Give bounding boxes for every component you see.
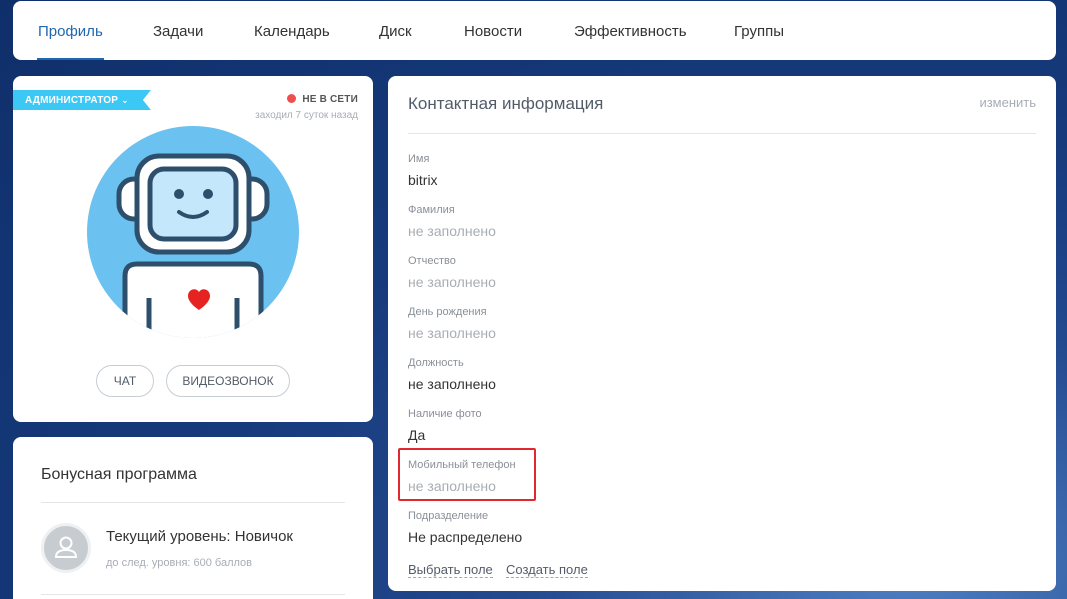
- field-label: Наличие фото: [408, 408, 482, 420]
- divider: [408, 133, 1036, 134]
- video-call-button[interactable]: ВИДЕОЗВОНОК: [166, 365, 290, 397]
- field-label: День рождения: [408, 306, 487, 318]
- profile-card: АДМИНИСТРАТОР ⌄ НЕ В СЕТИ заходил 7 суток…: [13, 76, 373, 422]
- field-label: Отчество: [408, 255, 456, 267]
- field-department: Подразделение Не распределено: [408, 509, 522, 546]
- select-field-link[interactable]: Выбрать поле: [408, 562, 493, 578]
- field-value: Да: [408, 427, 426, 443]
- role-badge[interactable]: АДМИНИСТРАТОР ⌄: [13, 90, 151, 110]
- field-birthday: День рождения не заполнено: [408, 305, 496, 342]
- next-level-points: до след. уровня: 600 баллов: [106, 557, 253, 569]
- chevron-down-icon: ⌄: [121, 95, 129, 105]
- field-label: Имя: [408, 153, 430, 165]
- divider: [41, 594, 345, 595]
- field-patronymic: Отчество не заполнено: [408, 254, 496, 291]
- role-label: АДМИНИСТРАТОР: [25, 95, 119, 106]
- user-level-avatar: [41, 523, 91, 573]
- field-value: не заполнено: [408, 274, 496, 290]
- top-navigation: Профиль Задачи Календарь Диск Новости Эф…: [13, 1, 1056, 60]
- tab-tasks[interactable]: Задачи: [153, 1, 203, 60]
- field-label: Должность: [408, 357, 464, 369]
- tab-disk[interactable]: Диск: [379, 1, 412, 60]
- tab-news[interactable]: Новости: [464, 1, 522, 60]
- online-status: НЕ В СЕТИ: [287, 94, 358, 105]
- field-value: не заполнено: [408, 325, 496, 341]
- field-label: Фамилия: [408, 204, 455, 216]
- current-level: Текущий уровень: Новичок: [106, 528, 293, 545]
- chat-button[interactable]: ЧАТ: [96, 365, 154, 397]
- robot-avatar-icon[interactable]: [87, 126, 299, 338]
- field-last-name: Фамилия не заполнено: [408, 203, 496, 240]
- contact-info-title: Контактная информация: [408, 94, 604, 113]
- tab-profile[interactable]: Профиль: [37, 1, 104, 60]
- tab-calendar[interactable]: Календарь: [254, 1, 330, 60]
- status-label: НЕ В СЕТИ: [302, 94, 358, 105]
- edit-link[interactable]: изменить: [979, 95, 1036, 110]
- divider: [41, 502, 345, 503]
- user-icon: [54, 536, 78, 558]
- field-photo: Наличие фото Да: [408, 407, 482, 444]
- field-value: не заполнено: [408, 376, 496, 392]
- contact-info-card: Контактная информация изменить Имя bitri…: [388, 76, 1056, 591]
- field-label: Мобильный телефон: [408, 459, 516, 471]
- create-field-link[interactable]: Создать поле: [506, 562, 588, 578]
- bonus-title: Бонусная программа: [41, 466, 197, 483]
- field-value: не заполнено: [408, 478, 496, 494]
- tab-efficiency[interactable]: Эффективность: [574, 1, 687, 60]
- field-value: не заполнено: [408, 223, 496, 239]
- field-label: Подразделение: [408, 510, 489, 522]
- field-first-name: Имя bitrix: [408, 152, 438, 189]
- bonus-card: Бонусная программа Текущий уровень: Нови…: [13, 437, 373, 599]
- field-value: Не распределено: [408, 529, 523, 545]
- field-mobile-phone: Мобильный телефон не заполнено: [408, 458, 516, 495]
- last-seen: заходил 7 суток назад: [255, 110, 358, 121]
- field-value: bitrix: [408, 172, 438, 188]
- tab-groups[interactable]: Группы: [734, 1, 784, 60]
- field-position: Должность не заполнено: [408, 356, 496, 393]
- offline-dot-icon: [287, 94, 297, 103]
